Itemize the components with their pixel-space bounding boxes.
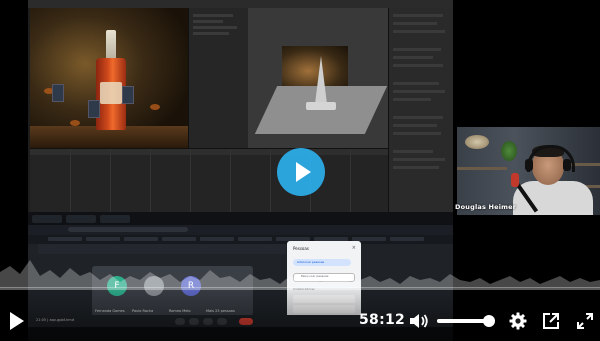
volume-icon[interactable] bbox=[409, 313, 429, 329]
render-leaf bbox=[70, 120, 80, 126]
presenter-name: Douglas Heimer bbox=[455, 203, 517, 211]
3d-viewport bbox=[248, 8, 388, 148]
play-icon bbox=[10, 312, 24, 330]
node-box bbox=[122, 86, 134, 104]
volume-handle[interactable] bbox=[483, 315, 495, 327]
render-leaf bbox=[150, 104, 160, 110]
cone-object bbox=[315, 56, 327, 104]
webcam-overlay bbox=[457, 127, 600, 215]
browser-tabs bbox=[28, 212, 453, 225]
side-panel bbox=[188, 8, 249, 148]
blender-topbar bbox=[28, 0, 453, 8]
volume-level bbox=[437, 319, 487, 323]
video-frame[interactable]: F Fernanda Gomes Paulo Rocha R Romeo Mel… bbox=[0, 0, 600, 341]
blender-window bbox=[28, 0, 453, 212]
render-bottle bbox=[96, 30, 126, 130]
microphone bbox=[511, 173, 519, 187]
ceiling-light bbox=[465, 135, 489, 149]
share-icon[interactable] bbox=[542, 312, 560, 330]
timeline bbox=[30, 148, 388, 212]
render-view bbox=[30, 8, 188, 148]
fullscreen-icon[interactable] bbox=[576, 312, 594, 330]
people-panel-title: Pessoas bbox=[293, 246, 309, 251]
plant bbox=[501, 141, 517, 161]
play-icon bbox=[296, 162, 311, 182]
shelf bbox=[457, 167, 507, 170]
base-object bbox=[306, 102, 336, 110]
node-box bbox=[52, 84, 64, 102]
node-box bbox=[88, 100, 100, 118]
gear-icon[interactable] bbox=[509, 312, 527, 330]
properties-panel bbox=[388, 8, 453, 212]
audio-waveform bbox=[0, 260, 600, 288]
progress-bar[interactable] bbox=[0, 287, 600, 290]
play-button[interactable] bbox=[8, 312, 24, 330]
play-overlay-button[interactable] bbox=[277, 148, 325, 196]
close-icon[interactable]: × bbox=[352, 245, 356, 251]
current-time: 58:12 bbox=[359, 312, 406, 328]
url-field bbox=[68, 227, 188, 232]
